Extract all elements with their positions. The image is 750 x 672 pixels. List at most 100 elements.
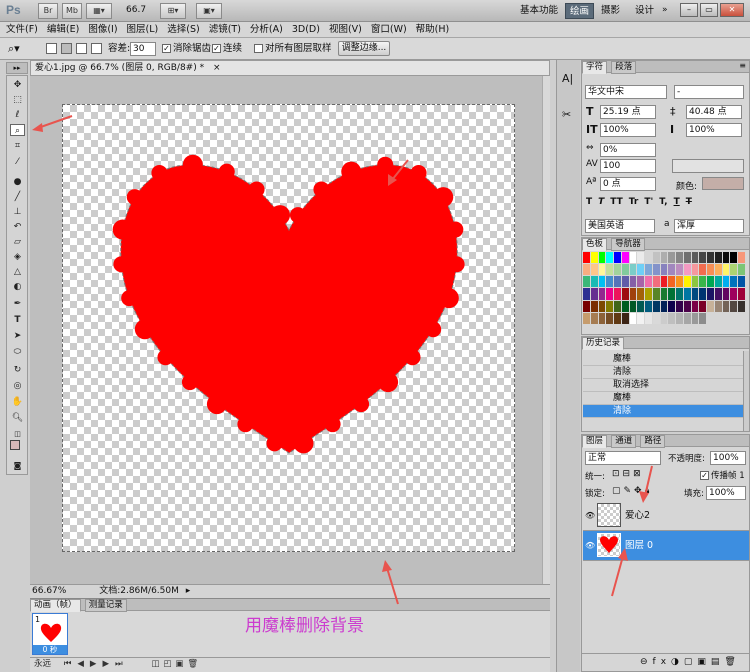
color-swatch[interactable]	[598, 288, 606, 300]
menu-file[interactable]: 文件(F)	[6, 22, 38, 37]
color-swatch[interactable]	[590, 252, 598, 264]
history-item[interactable]: 魔棒	[583, 392, 743, 405]
color-swatch[interactable]	[652, 300, 660, 312]
color-swatch[interactable]	[629, 276, 637, 288]
menu-filter[interactable]: 滤镜(T)	[209, 22, 241, 37]
horizontal-scale-input[interactable]: 100%	[686, 123, 742, 137]
color-swatch[interactable]	[714, 264, 722, 276]
menu-help[interactable]: 帮助(H)	[416, 22, 450, 37]
color-swatch[interactable]	[637, 288, 645, 300]
strikethrough-button[interactable]: T	[686, 197, 692, 207]
color-swatch[interactable]	[699, 264, 707, 276]
color-swatch[interactable]	[583, 300, 590, 312]
color-swatch[interactable]	[691, 288, 699, 300]
text-color-swatch[interactable]	[702, 177, 744, 190]
magic-wand-tool-icon[interactable]: ⌕	[10, 124, 25, 136]
color-swatch[interactable]	[660, 300, 668, 312]
color-swatch[interactable]	[738, 276, 745, 288]
tab-layers[interactable]: 图层	[582, 435, 608, 448]
color-swatch[interactable]	[683, 312, 691, 324]
foreground-color-swatch[interactable]	[10, 440, 20, 450]
color-swatch[interactable]	[730, 300, 738, 312]
color-swatch[interactable]	[738, 300, 745, 312]
color-swatch[interactable]	[660, 264, 668, 276]
superscript-button[interactable]: T'	[644, 197, 653, 207]
color-swatch[interactable]	[637, 300, 645, 312]
color-swatch[interactable]	[598, 312, 606, 324]
kerning-input[interactable]: 100	[600, 159, 656, 173]
language-select[interactable]: 美国英语	[585, 219, 655, 233]
3d-rotate-tool-icon[interactable]: ↻	[10, 364, 25, 376]
pen-tool-icon[interactable]: ✒	[10, 298, 25, 310]
dodge-tool-icon[interactable]: ◐	[10, 281, 25, 293]
color-swatch[interactable]	[691, 300, 699, 312]
color-swatch[interactable]	[583, 252, 590, 264]
menu-analysis[interactable]: 分析(A)	[250, 22, 283, 37]
zoom-level[interactable]: 66.7	[126, 5, 146, 15]
color-swatch[interactable]	[660, 312, 668, 324]
workspace-design[interactable]: 设计	[631, 3, 658, 19]
font-family-select[interactable]: 华文中宋	[585, 85, 667, 99]
color-swatch[interactable]	[707, 264, 714, 276]
menu-window[interactable]: 窗口(W)	[371, 22, 407, 37]
color-swatch[interactable]	[722, 264, 730, 276]
color-swatch[interactable]	[629, 288, 637, 300]
color-swatch[interactable]	[614, 264, 621, 276]
bridge-button[interactable]: Br	[38, 3, 58, 19]
playback-buttons[interactable]: ⏮◀▶▶⏭	[64, 659, 129, 669]
color-swatch[interactable]	[645, 288, 652, 300]
history-brush-tool-icon[interactable]: ↶	[10, 221, 25, 233]
color-swatch[interactable]	[637, 312, 645, 324]
tab-navigator[interactable]: 导航器	[611, 238, 645, 251]
document-size[interactable]: 文档:2.86M/6.50M	[99, 586, 179, 596]
antialias-checkbox[interactable]: ✓	[162, 44, 171, 53]
frame-delay[interactable]: 0 秒	[33, 645, 67, 654]
eyedropper-tool-icon[interactable]: ⁄	[10, 156, 25, 168]
color-swatch[interactable]	[668, 252, 676, 264]
layer-item[interactable]: 👁︎ 爱心2	[583, 501, 749, 531]
color-swatch[interactable]	[738, 264, 745, 276]
history-item[interactable]: 清除	[583, 366, 743, 379]
menu-select[interactable]: 选择(S)	[167, 22, 199, 37]
font-style-select[interactable]: -	[674, 85, 744, 99]
color-swatch[interactable]	[683, 264, 691, 276]
eye-icon[interactable]: 👁︎	[585, 531, 595, 561]
document-canvas[interactable]	[62, 104, 515, 552]
sample-all-option[interactable]: 对所有图层取样	[254, 42, 332, 56]
faux-bold-button[interactable]: T	[586, 197, 592, 207]
eye-icon[interactable]: 👁︎	[585, 501, 595, 531]
paragraph-panel-icon[interactable]: ✂	[562, 108, 571, 121]
color-swatch[interactable]	[676, 312, 683, 324]
color-swatch[interactable]	[730, 288, 738, 300]
blur-tool-icon[interactable]: △	[10, 266, 25, 278]
move-tool-icon[interactable]: ✥	[10, 79, 25, 91]
color-swatch[interactable]	[660, 252, 668, 264]
tab-channels[interactable]: 通道	[611, 435, 637, 448]
restore-button[interactable]: ▭	[700, 3, 718, 17]
eraser-tool-icon[interactable]: ▱	[10, 236, 25, 248]
subtract-selection-icon[interactable]	[76, 43, 87, 54]
shape-tool-icon[interactable]: ⬭	[10, 346, 25, 358]
color-swatch[interactable]	[699, 252, 707, 264]
color-swatch[interactable]	[691, 276, 699, 288]
color-swatch[interactable]	[683, 288, 691, 300]
screen-mode-dropdown[interactable]: ▣▾	[196, 3, 222, 19]
color-swatch[interactable]	[614, 288, 621, 300]
color-swatch[interactable]	[606, 312, 614, 324]
color-swatch[interactable]	[738, 288, 745, 300]
color-swatch[interactable]	[606, 300, 614, 312]
intersect-selection-icon[interactable]	[91, 43, 102, 54]
color-swatch[interactable]	[683, 300, 691, 312]
color-swatch[interactable]	[637, 252, 645, 264]
workspace-essentials[interactable]: 基本功能	[516, 3, 562, 19]
color-swatch[interactable]	[590, 264, 598, 276]
color-swatch[interactable]	[590, 276, 598, 288]
antialias-option[interactable]: ✓ 消除锯齿	[162, 42, 211, 56]
baseline-input[interactable]: 0 点	[600, 177, 656, 191]
color-swatch[interactable]	[590, 300, 598, 312]
color-swatch[interactable]	[629, 300, 637, 312]
color-swatch[interactable]	[730, 276, 738, 288]
color-swatch[interactable]	[714, 276, 722, 288]
color-swatch[interactable]	[645, 264, 652, 276]
color-swatch[interactable]	[722, 276, 730, 288]
